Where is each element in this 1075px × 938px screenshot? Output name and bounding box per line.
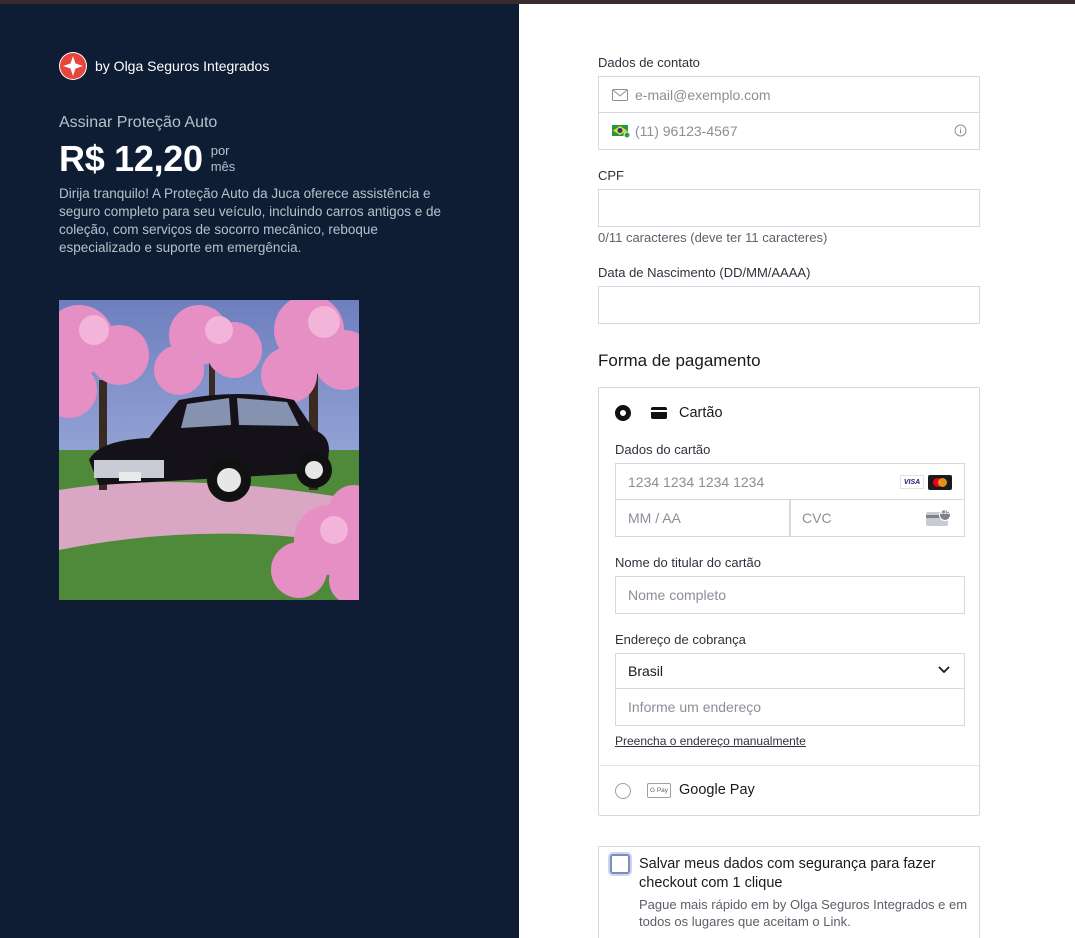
save-info-checkbox[interactable] bbox=[610, 854, 630, 874]
address-placeholder: Informe um endereço bbox=[628, 699, 762, 715]
merchant-logo-icon bbox=[59, 52, 87, 80]
save-info-subtitle: Pague mais rápido em by Olga Seguros Int… bbox=[639, 897, 968, 929]
price-period-line2: mês bbox=[210, 159, 236, 174]
phone-field[interactable]: (11) 96123-4567 bbox=[598, 112, 980, 150]
product-title: Assinar Proteção Auto bbox=[59, 114, 218, 131]
product-image bbox=[59, 300, 359, 600]
payment-section-title: Forma de pagamento bbox=[598, 351, 761, 370]
card-number-input[interactable]: 1234 1234 1234 1234 VISA bbox=[615, 463, 965, 500]
cvc-placeholder: CVC bbox=[802, 510, 832, 526]
card-option-label: Cartão bbox=[679, 405, 723, 421]
cardholder-placeholder: Nome completo bbox=[628, 587, 727, 603]
expiry-input[interactable]: MM / AA bbox=[615, 499, 791, 537]
cardholder-label: Nome do titular do cartão bbox=[615, 555, 761, 570]
country-select[interactable]: Brasil bbox=[615, 653, 965, 689]
card-icon bbox=[651, 407, 667, 419]
address-input[interactable]: Informe um endereço bbox=[615, 688, 965, 726]
save-info-title: Salvar meus dados com segurança para faz… bbox=[639, 856, 936, 891]
email-field[interactable]: e-mail@exemplo.com bbox=[598, 76, 980, 113]
price: R$ 12,20 bbox=[59, 138, 203, 179]
info-icon[interactable] bbox=[954, 124, 967, 137]
price-period: por mês bbox=[211, 143, 236, 175]
email-placeholder: e-mail@exemplo.com bbox=[635, 86, 771, 103]
phone-placeholder: (11) 96123-4567 bbox=[635, 123, 738, 139]
chevron-down-icon bbox=[938, 666, 950, 674]
mastercard-icon bbox=[928, 475, 952, 490]
visa-icon: VISA bbox=[900, 475, 924, 489]
card-data-label: Dados do cartão bbox=[615, 442, 711, 457]
product-panel: by Olga Seguros Integrados Assinar Prote… bbox=[0, 4, 519, 938]
cvc-input[interactable]: CVC 135 bbox=[789, 499, 965, 537]
manual-address-link[interactable]: Preencha o endereço manualmente bbox=[615, 734, 806, 748]
brazil-flag-icon bbox=[612, 124, 630, 138]
card-radio[interactable] bbox=[615, 405, 631, 421]
product-description: Dirija tranquilo! A Proteção Auto da Juc… bbox=[59, 186, 441, 255]
billing-label: Endereço de cobrança bbox=[615, 632, 746, 647]
mail-icon bbox=[612, 88, 628, 101]
merchant-brand[interactable]: by Olga Seguros Integrados bbox=[59, 52, 269, 80]
cpf-label: CPF bbox=[598, 168, 624, 183]
merchant-name: by Olga Seguros Integrados bbox=[95, 58, 270, 74]
country-value: Brasil bbox=[628, 663, 664, 679]
cpf-input[interactable] bbox=[598, 189, 980, 227]
google-pay-option[interactable]: G Pay Google Pay bbox=[599, 766, 979, 816]
save-info-box: Salvar meus dados com segurança para faz… bbox=[598, 846, 980, 938]
card-number-placeholder: 1234 1234 1234 1234 bbox=[628, 473, 765, 490]
cardholder-input[interactable]: Nome completo bbox=[615, 576, 965, 614]
contact-label: Dados de contato bbox=[598, 55, 700, 70]
payment-methods: Cartão Dados do cartão 1234 1234 1234 12… bbox=[598, 387, 980, 816]
google-pay-label: Google Pay bbox=[679, 782, 755, 798]
cvc-badge: 135 bbox=[939, 510, 950, 516]
cpf-hint: 0/11 caracteres (deve ter 11 caracteres) bbox=[598, 230, 828, 245]
google-pay-radio[interactable] bbox=[615, 783, 631, 799]
price-row: R$ 12,20 por mês bbox=[59, 137, 235, 181]
price-period-line1: por bbox=[210, 143, 230, 158]
birthdate-label: Data de Nascimento (DD/MM/AAAA) bbox=[598, 265, 811, 280]
birthdate-input[interactable] bbox=[598, 286, 980, 324]
google-pay-icon: G Pay bbox=[647, 783, 671, 798]
expiry-placeholder: MM / AA bbox=[628, 510, 681, 526]
card-option[interactable]: Cartão bbox=[599, 388, 979, 438]
